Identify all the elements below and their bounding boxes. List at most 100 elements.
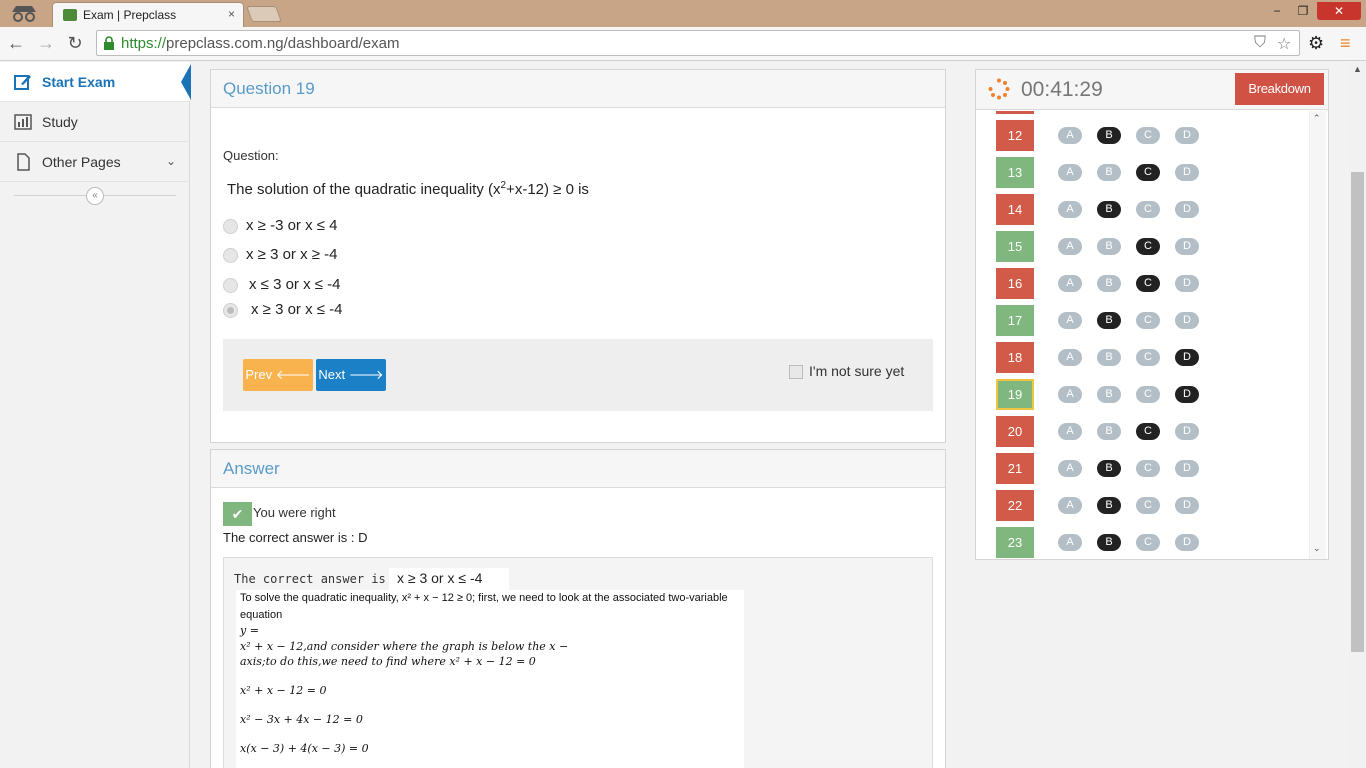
scroll-up-icon[interactable]: ⌃ [1313, 113, 1321, 124]
choice-bubble[interactable]: A [1058, 460, 1082, 477]
choice-bubble[interactable]: C [1136, 275, 1160, 292]
choice-bubble[interactable]: D [1175, 164, 1199, 181]
choice-bubble[interactable]: B [1097, 497, 1121, 514]
prev-button[interactable]: Prev 🡐 [243, 359, 313, 391]
question-number[interactable]: 23 [996, 527, 1034, 558]
browser-tab[interactable]: Exam | Prepclass × [52, 2, 244, 27]
menu-icon[interactable]: ≡ [1340, 33, 1351, 54]
choice-bubble[interactable]: A [1058, 423, 1082, 440]
choice-bubble[interactable]: C [1136, 238, 1160, 255]
bookmark-star-icon[interactable]: ☆ [1277, 34, 1291, 54]
question-list: 12 A B C D 13 A B C D 14 A B C D 15 A B C D 16 A B C D 17 A B C D 18 A B… [976, 111, 1316, 559]
question-number[interactable]: 15 [996, 231, 1034, 262]
choice-bubble[interactable]: D [1175, 349, 1199, 366]
choice-bubble[interactable]: D [1175, 312, 1199, 329]
choice-bubble[interactable]: A [1058, 201, 1082, 218]
choice-bubble[interactable]: C [1136, 423, 1160, 440]
question-number[interactable]: 16 [996, 268, 1034, 299]
choice-bubble[interactable]: A [1058, 164, 1082, 181]
checkbox[interactable] [789, 365, 803, 379]
reload-icon[interactable]: ↻ [65, 33, 85, 53]
choice-bubble[interactable]: C [1136, 349, 1160, 366]
scrollbar-thumb[interactable] [1351, 172, 1364, 652]
question-number[interactable]: 18 [996, 342, 1034, 373]
choice-bubble[interactable]: C [1136, 386, 1160, 403]
shield-icon[interactable]: ⛉ [1254, 34, 1266, 52]
choice-bubble[interactable]: B [1097, 349, 1121, 366]
choice-bubble[interactable]: C [1136, 312, 1160, 329]
choice-bubble[interactable]: B [1097, 534, 1121, 551]
radio-button[interactable] [223, 219, 238, 234]
choice-bubble[interactable]: A [1058, 238, 1082, 255]
option-text: x ≤ 3 or x ≤ -4 [249, 276, 341, 293]
choice-bubble[interactable]: D [1175, 275, 1199, 292]
choice-bubble[interactable]: B [1097, 127, 1121, 144]
choice-bubble[interactable]: B [1097, 386, 1121, 403]
navigator-scrollbar[interactable]: ⌃ ⌄ [1309, 111, 1326, 559]
radio-button[interactable] [223, 278, 238, 293]
choice-bubble[interactable]: D [1175, 460, 1199, 477]
choice-bubble[interactable]: B [1097, 312, 1121, 329]
next-button[interactable]: Next 🡒 [316, 359, 386, 391]
choice-bubble[interactable]: C [1136, 497, 1160, 514]
choice-bubble[interactable]: A [1058, 534, 1082, 551]
question-number[interactable]: 12 [996, 120, 1034, 151]
close-window-button[interactable]: ✕ [1317, 2, 1361, 20]
new-tab-button[interactable] [246, 6, 282, 22]
choice-bubble[interactable]: A [1058, 312, 1082, 329]
choice-bubble[interactable]: B [1097, 460, 1121, 477]
choice-bubble[interactable]: D [1175, 127, 1199, 144]
choice-bubble[interactable]: B [1097, 164, 1121, 181]
question-row: 20 A B C D [976, 414, 1316, 451]
collapse-sidebar-button[interactable]: « [86, 187, 104, 205]
question-number[interactable]: 14 [996, 194, 1034, 225]
question-number[interactable]: 21 [996, 453, 1034, 484]
sidebar-item-other-pages[interactable]: Other Pages ⌄ [0, 142, 190, 182]
choice-bubble[interactable]: C [1136, 127, 1160, 144]
sidebar-item-label: Study [42, 114, 78, 130]
choice-bubble[interactable]: B [1097, 275, 1121, 292]
question-number[interactable]: 17 [996, 305, 1034, 336]
question-number[interactable] [996, 111, 1034, 114]
forward-arrow-icon[interactable]: → [36, 33, 56, 53]
minimize-button[interactable]: − [1265, 2, 1289, 20]
explanation-line: x(x − 3) + 4(x − 3) = 0 [240, 742, 369, 755]
settings-gear-icon[interactable]: ⚙ [1308, 33, 1324, 54]
choice-bubble[interactable]: D [1175, 238, 1199, 255]
choice-bubble[interactable]: B [1097, 238, 1121, 255]
choice-bubble[interactable]: A [1058, 127, 1082, 144]
choice-bubble[interactable]: A [1058, 386, 1082, 403]
choice-bubble[interactable]: C [1136, 534, 1160, 551]
choice-bubble[interactable]: D [1175, 201, 1199, 218]
radio-button[interactable] [223, 248, 238, 263]
choice-bubble[interactable]: B [1097, 201, 1121, 218]
choice-bubble[interactable]: D [1175, 423, 1199, 440]
address-bar[interactable]: https://prepclass.com.ng/dashboard/exam … [96, 30, 1300, 56]
choice-bubble[interactable]: A [1058, 349, 1082, 366]
breakdown-button[interactable]: Breakdown [1235, 73, 1324, 105]
choice-bubble[interactable]: C [1136, 460, 1160, 477]
page-scrollbar[interactable]: ▲ [1349, 62, 1366, 768]
choice-bubble[interactable]: B [1097, 423, 1121, 440]
maximize-button[interactable]: ❐ [1291, 2, 1315, 20]
explanation-line: axis;to do this,we need to find where x²… [240, 655, 536, 668]
scroll-down-icon[interactable]: ⌄ [1313, 543, 1321, 554]
choice-bubble[interactable]: C [1136, 164, 1160, 181]
radio-button-selected[interactable] [223, 303, 238, 318]
choice-bubble[interactable]: D [1175, 386, 1199, 403]
question-number[interactable]: 20 [996, 416, 1034, 447]
question-number[interactable]: 13 [996, 157, 1034, 188]
choice-bubble[interactable]: C [1136, 201, 1160, 218]
sidebar-item-study[interactable]: Study [0, 102, 190, 142]
choice-bubble[interactable]: D [1175, 534, 1199, 551]
choice-bubble[interactable]: A [1058, 497, 1082, 514]
sidebar-item-start-exam[interactable]: Start Exam [0, 62, 191, 102]
back-arrow-icon[interactable]: ← [6, 33, 26, 53]
question-number[interactable]: 22 [996, 490, 1034, 521]
question-number[interactable]: 19 [996, 379, 1034, 410]
timer-spinner-icon [988, 78, 1010, 100]
choice-bubble[interactable]: D [1175, 497, 1199, 514]
tab-close-icon[interactable]: × [228, 7, 235, 21]
choice-bubble[interactable]: A [1058, 275, 1082, 292]
scroll-up-icon[interactable]: ▲ [1353, 64, 1362, 74]
